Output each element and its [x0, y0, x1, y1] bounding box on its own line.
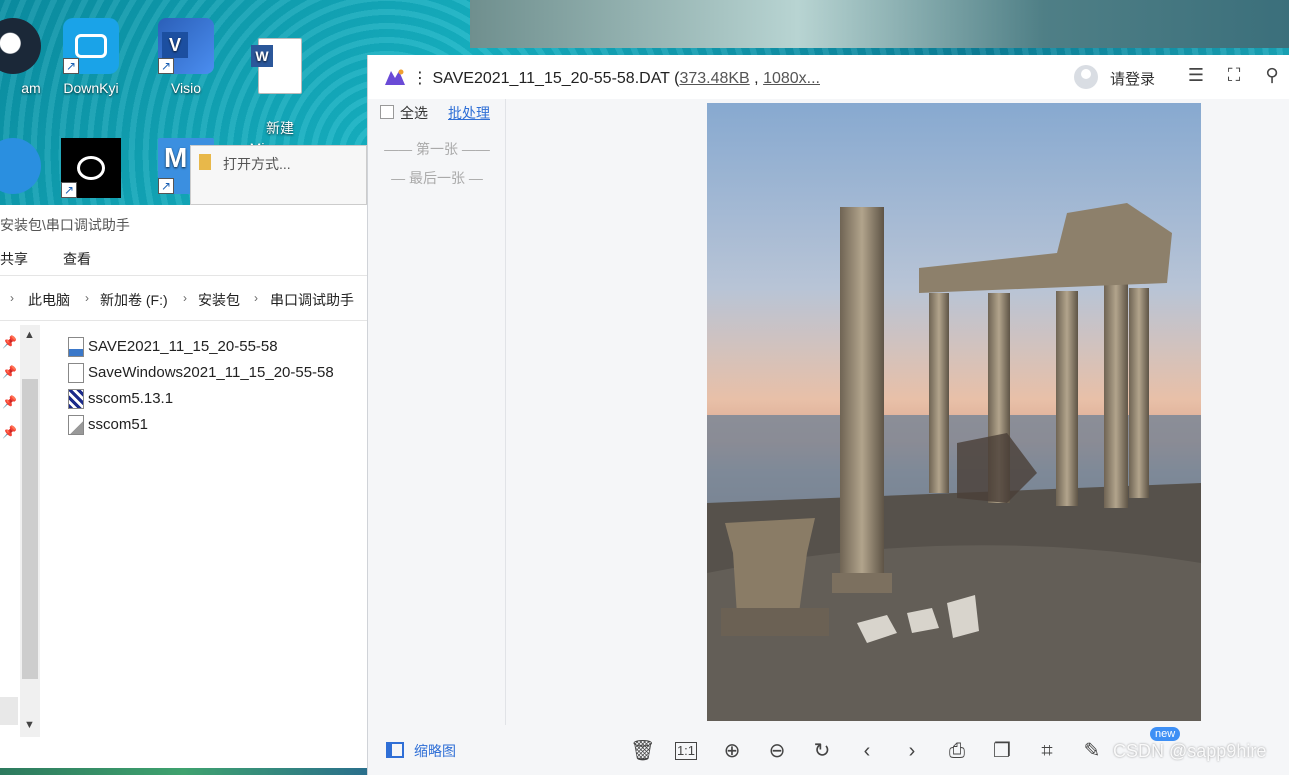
scrollbar-thumb[interactable]	[22, 379, 38, 679]
file-explorer-window[interactable]: 安装包\串口调试助手 共享 查看 › 此电脑 › 新加卷 (F:) › 安装包 …	[0, 205, 367, 770]
delete-icon[interactable]: 🗑	[630, 739, 655, 763]
copy-image-icon[interactable]: ❐	[990, 739, 1014, 763]
shortcut-arrow-icon	[61, 180, 77, 200]
file-item[interactable]: sscom5.13.1	[68, 389, 173, 411]
title-filename: ⋮ SAVE2021_11_15_20-55-58.DAT (	[412, 70, 680, 87]
address-bar[interactable]: › 此电脑 › 新加卷 (F:) › 安装包 › 串口调试助手	[0, 275, 367, 321]
displayed-image	[707, 103, 1201, 721]
chevron-right-icon: ›	[85, 291, 89, 305]
dialog-title: 打开方式...	[223, 156, 291, 172]
chevron-right-icon: ›	[183, 291, 187, 305]
thumbnails-button[interactable]: 缩略图	[414, 741, 456, 761]
pin-icon[interactable]: 📌	[2, 335, 17, 349]
file-name: SaveWindows2021_11_15_20-55-58	[88, 363, 334, 381]
fullscreen-icon[interactable]: ⛶	[1222, 65, 1246, 86]
batch-process-link[interactable]: 批处理	[448, 103, 490, 123]
thumbnail-grid-icon[interactable]	[386, 742, 404, 758]
shortcut-arrow-icon	[63, 56, 79, 76]
zoom-out-icon[interactable]: ⊖	[765, 739, 789, 763]
nav-selected-strip	[0, 697, 18, 725]
viewer-title: ⋮ SAVE2021_11_15_20-55-58.DAT (373.48KB …	[412, 68, 820, 88]
pin-icon[interactable]: 📌	[2, 425, 17, 439]
temple-ruins-image	[707, 203, 1201, 721]
ribbon-tab-share[interactable]: 共享	[0, 249, 28, 269]
actual-size-icon[interactable]: 1:1	[675, 742, 697, 760]
config-file-icon	[68, 415, 84, 435]
scan-text-icon[interactable]: ⌗	[1035, 739, 1059, 763]
desktop-icon-label: am	[21, 80, 41, 96]
shortcut-arrow-icon	[158, 176, 174, 196]
viewer-bottom-toolbar: 缩略图 🗑 1:1 ⊕ ⊖ ↻ ‹ › ⎙ ❐ ⌗ ✎ new CSDN @sa…	[368, 725, 1289, 775]
scroll-down-icon[interactable]: ▼	[24, 719, 35, 731]
explorer-ribbon: 共享 查看	[0, 249, 367, 273]
folder-icon	[199, 154, 211, 170]
word-document-icon: W	[251, 38, 302, 94]
pin-icon[interactable]: 📌	[2, 365, 17, 379]
open-with-dialog[interactable]: 打开方式...	[190, 145, 367, 205]
login-link[interactable]: 请登录	[1110, 68, 1155, 89]
eye-icon	[61, 138, 121, 200]
breadcrumb-install[interactable]: 安装包	[198, 290, 240, 310]
select-all-checkbox[interactable]	[380, 105, 394, 119]
steam-icon	[0, 18, 41, 74]
app-circle-icon	[0, 138, 41, 194]
file-item[interactable]: SaveWindows2021_11_15_20-55-58	[68, 363, 334, 385]
print-icon[interactable]: ⎙	[945, 739, 969, 763]
chevron-right-icon: ›	[10, 291, 14, 305]
exe-file-icon	[68, 389, 84, 409]
title-separator: ,	[749, 70, 764, 87]
ribbon-tab-view[interactable]: 查看	[63, 249, 91, 269]
shortcut-arrow-icon	[158, 56, 174, 76]
breadcrumb-this-pc[interactable]: 此电脑	[28, 290, 70, 310]
image-dimensions-link[interactable]: 1080x...	[763, 70, 820, 87]
chevron-right-icon: ›	[254, 291, 258, 305]
scroll-up-icon[interactable]: ▲	[24, 329, 35, 341]
image-viewer-window[interactable]: ⋮ SAVE2021_11_15_20-55-58.DAT (373.48KB …	[367, 55, 1289, 775]
explorer-path-title: 安装包\串口调试助手	[0, 217, 130, 233]
desktop-icon-eye-app[interactable]	[48, 138, 134, 202]
taskbar-edge	[0, 768, 367, 775]
new-badge: new	[1150, 727, 1181, 741]
previous-icon[interactable]: ‹	[855, 739, 879, 763]
zoom-in-icon[interactable]: ⊕	[720, 739, 744, 763]
file-name: sscom5.13.1	[88, 389, 174, 407]
avatar[interactable]	[1074, 65, 1098, 89]
downkyi-icon	[63, 18, 119, 76]
viewer-titlebar: ⋮ SAVE2021_11_15_20-55-58.DAT (373.48KB …	[368, 55, 1289, 99]
first-image-label[interactable]: —— 第一张 ——	[378, 139, 496, 159]
select-all-label[interactable]: 全选	[400, 103, 428, 123]
file-item[interactable]: SAVE2021_11_15_20-55-58	[68, 337, 278, 359]
edit-icon[interactable]: ✎	[1080, 739, 1104, 763]
wallpaper-top-strip	[470, 0, 1289, 48]
app-logo-icon	[385, 69, 405, 85]
breadcrumb-drive[interactable]: 新加卷 (F:)	[100, 290, 168, 310]
last-image-label[interactable]: — 最后一张 —	[378, 168, 496, 188]
desktop-icon-label: Visio	[170, 80, 202, 96]
file-name: SAVE2021_11_15_20-55-58	[88, 337, 278, 355]
video-file-icon	[68, 337, 84, 357]
file-size-link[interactable]: 373.48KB	[679, 70, 749, 87]
desktop-icon-visio[interactable]: V Visio	[143, 18, 229, 98]
visio-icon: V	[158, 18, 214, 76]
desktop-icon-downkyi[interactable]: DownKyi	[48, 18, 134, 98]
pin-top-icon[interactable]: ⚲	[1260, 65, 1284, 86]
file-name: sscom51	[88, 415, 149, 433]
desktop-icon-label: DownKyi	[63, 80, 119, 96]
rotate-icon[interactable]: ↻	[810, 739, 834, 763]
pin-icon[interactable]: 📌	[2, 395, 17, 409]
menu-icon[interactable]: ☰	[1184, 65, 1208, 86]
csdn-watermark: CSDN @sapp9hire	[1113, 741, 1267, 761]
file-item[interactable]: sscom51	[68, 415, 148, 437]
next-icon[interactable]: ›	[900, 739, 924, 763]
viewer-sidebar	[368, 99, 506, 725]
nav-pane-scrollbar[interactable]: ▲ ▼	[20, 325, 40, 737]
text-file-icon	[68, 363, 84, 383]
desktop-icon-word-new[interactable]: W 新建 Microso...	[237, 18, 323, 158]
breadcrumb-serial-tool[interactable]: 串口调试助手	[270, 290, 354, 310]
